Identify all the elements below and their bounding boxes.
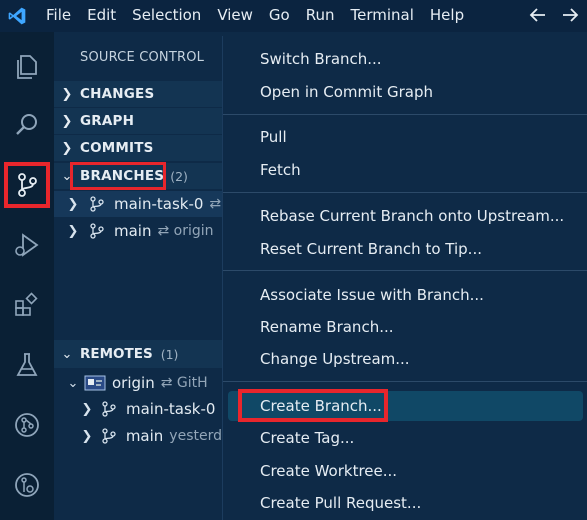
branches-count: (2) (170, 168, 188, 184)
menu-file[interactable]: File (34, 0, 79, 32)
menu-view[interactable]: View (209, 0, 261, 32)
sidebar-title: SOURCE CONTROL (80, 50, 205, 65)
menu-help[interactable]: Help (422, 0, 472, 32)
source-control-sidebar: SOURCE CONTROL ❯ CHANGES ❯ GRAPH ❯ COMMI… (54, 32, 222, 520)
remote-name: origin (112, 374, 155, 392)
title-bar: File Edit Selection View Go Run Terminal… (0, 0, 587, 32)
arrow-right-icon[interactable] (560, 4, 580, 26)
remote-branch-item[interactable]: ❯ main-task-0 (54, 396, 222, 422)
menu-item-label: Create Branch... (260, 397, 382, 415)
menu-item-label: Open in Commit Graph (260, 83, 433, 101)
menu-go[interactable]: Go (261, 0, 298, 32)
section-branches-label: BRANCHES (80, 168, 165, 184)
section-remotes[interactable]: ⌄ REMOTES (1) (54, 340, 222, 368)
remote-branch-name: main-task-0 (126, 400, 216, 418)
chevron-right-icon: ❯ (61, 86, 73, 102)
section-remotes-label: REMOTES (80, 346, 153, 362)
menu-item-label: Associate Issue with Branch... (260, 286, 484, 304)
run-debug-icon[interactable] (0, 218, 54, 272)
chevron-right-icon: ❯ (81, 401, 93, 417)
menu-separator (223, 114, 587, 115)
branch-name: main-task-0 (114, 195, 204, 213)
menu-item-rename-branch[interactable]: Rename Branch... (228, 312, 583, 342)
section-changes[interactable]: ❯ CHANGES (54, 81, 222, 107)
menu-separator (223, 381, 587, 382)
chevron-right-icon: ❯ (67, 196, 79, 212)
menu-item-label: Create Worktree... (260, 462, 398, 480)
menu-separator (223, 192, 587, 193)
chevron-down-icon: ⌄ (61, 346, 73, 362)
activity-bar (0, 32, 54, 520)
menu-item-label: Create Pull Request... (260, 494, 422, 512)
menu-item-switch-branch[interactable]: Switch Branch... (228, 44, 583, 74)
section-graph-label: GRAPH (80, 113, 135, 129)
testing-flask-icon[interactable] (0, 338, 54, 392)
arrow-left-icon[interactable] (528, 4, 548, 26)
section-commits-label: COMMITS (80, 140, 154, 156)
menu-item-label: Rename Branch... (260, 318, 394, 336)
chevron-right-icon: ❯ (81, 428, 93, 444)
menu-item-label: Create Tag... (260, 429, 355, 447)
menu-run[interactable]: Run (298, 0, 343, 32)
chevron-down-icon: ⌄ (67, 375, 79, 391)
branch-name: main (114, 222, 152, 240)
section-graph[interactable]: ❯ GRAPH (54, 108, 222, 134)
branch-context-menu: Switch Branch... Open in Commit Graph Pu… (222, 36, 587, 520)
menu-item-create-tag[interactable]: Create Tag... (228, 423, 583, 453)
menu-item-rebase[interactable]: Rebase Current Branch onto Upstream... (228, 201, 583, 231)
vscode-logo-icon (0, 0, 34, 32)
menu-item-create-branch[interactable]: Create Branch... (228, 391, 583, 421)
section-commits[interactable]: ❯ COMMITS (54, 135, 222, 161)
chevron-right-icon: ❯ (61, 113, 73, 129)
remotes-count: (1) (160, 346, 179, 362)
menu-item-fetch[interactable]: Fetch (228, 155, 583, 185)
search-icon[interactable] (0, 98, 54, 152)
menu-item-pull[interactable]: Pull (228, 122, 583, 152)
branch-icon (86, 220, 108, 242)
branch-desc: ⇄ (209, 196, 222, 212)
git-graph-icon[interactable] (0, 458, 54, 512)
remote-branch-item[interactable]: ❯ main yesterd (54, 423, 222, 449)
chevron-right-icon: ❯ (67, 223, 79, 239)
menu-item-create-worktree[interactable]: Create Worktree... (228, 456, 583, 486)
section-changes-label: CHANGES (80, 86, 155, 102)
menu-selection[interactable]: Selection (124, 0, 209, 32)
branch-icon (86, 193, 108, 215)
branch-desc: ⇄ origin (157, 223, 214, 239)
menu-item-associate-issue[interactable]: Associate Issue with Branch... (228, 280, 583, 310)
menu-terminal[interactable]: Terminal (343, 0, 422, 32)
branch-item[interactable]: ❯ main-task-0 ⇄ (54, 191, 222, 217)
menu-item-label: Rebase Current Branch onto Upstream... (260, 207, 565, 225)
explorer-icon[interactable] (0, 40, 54, 94)
branch-icon (98, 398, 120, 420)
remote-desc: ⇄ GitH (160, 375, 208, 391)
menu-edit[interactable]: Edit (79, 0, 124, 32)
menu-separator (223, 270, 587, 271)
section-branches[interactable]: ⌄ BRANCHES (2) (54, 163, 222, 189)
menu-item-reset[interactable]: Reset Current Branch to Tip... (228, 234, 583, 264)
remote-branch-desc: yesterd (169, 428, 222, 444)
menu-item-label: Switch Branch... (260, 50, 382, 68)
menu-item-create-pull-request[interactable]: Create Pull Request... (228, 488, 583, 518)
menu-item-open-commit-graph[interactable]: Open in Commit Graph (228, 77, 583, 107)
chevron-down-icon: ⌄ (61, 168, 73, 184)
menu-item-label: Fetch (260, 161, 301, 179)
menu-item-change-upstream[interactable]: Change Upstream... (228, 344, 583, 374)
pull-request-icon[interactable] (0, 398, 54, 452)
extensions-icon[interactable] (0, 278, 54, 332)
remote-avatar-icon (84, 372, 106, 394)
menu-item-label: Reset Current Branch to Tip... (260, 240, 482, 258)
source-control-icon[interactable] (0, 158, 54, 212)
branch-icon (98, 425, 120, 447)
remote-item[interactable]: ⌄ origin ⇄ GitH (54, 370, 222, 396)
remote-branch-name: main (125, 427, 164, 445)
menu-item-label: Change Upstream... (260, 350, 410, 368)
chevron-right-icon: ❯ (61, 140, 73, 156)
menu-item-label: Pull (260, 128, 287, 146)
branch-item[interactable]: ❯ main ⇄ origin (54, 218, 222, 244)
